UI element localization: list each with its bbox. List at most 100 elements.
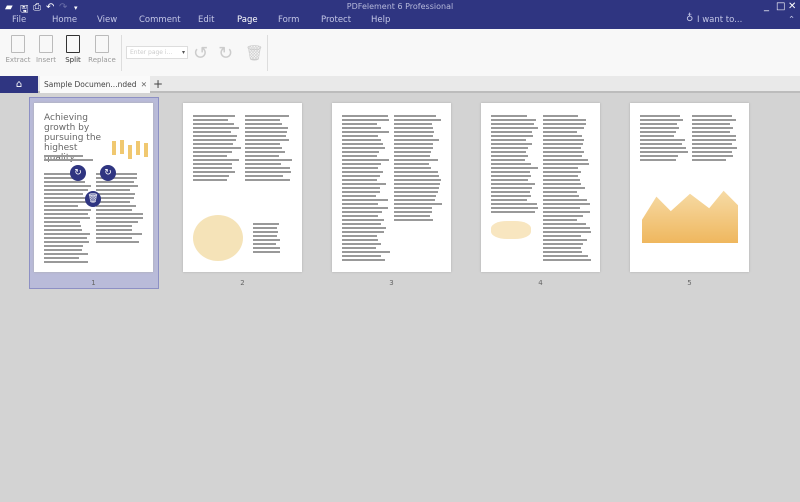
menu-help[interactable]: Help [371, 15, 390, 25]
page-range-select[interactable]: Enter page i... ▾ [126, 46, 188, 59]
delete-page-icon[interactable]: 🗑 [245, 44, 264, 62]
rotate-right-icon[interactable]: ↻ [218, 43, 233, 64]
extract-icon [11, 35, 25, 53]
replace-button[interactable]: Replace [87, 35, 117, 64]
close-tab-icon[interactable]: ✕ [141, 76, 147, 93]
insert-label: Insert [35, 56, 57, 64]
text-line [342, 255, 381, 257]
text-line [342, 183, 386, 185]
text-line [543, 239, 588, 241]
split-button[interactable]: Split [58, 35, 88, 64]
text-line [394, 187, 440, 189]
text-line [96, 213, 144, 215]
menu-home[interactable]: Home [52, 15, 77, 25]
text-line [543, 251, 583, 253]
text-line [342, 151, 379, 153]
text-line [44, 225, 81, 227]
text-line [342, 143, 383, 145]
text-line [692, 151, 732, 153]
text-line [44, 189, 88, 191]
document-tab[interactable]: Sample Documen...nded ✕ [40, 76, 150, 93]
text-line [394, 135, 434, 137]
page-thumbnail[interactable] [332, 103, 451, 272]
home-tab[interactable]: ⌂ [0, 76, 38, 93]
text-line [640, 119, 683, 121]
menu-page[interactable]: Page [237, 15, 258, 25]
menu-view[interactable]: View [97, 15, 117, 25]
maximize-button[interactable]: □ [776, 1, 785, 12]
text-line [44, 205, 78, 207]
text-line [96, 237, 133, 239]
text-line [543, 151, 584, 153]
text-line [253, 251, 281, 253]
close-button[interactable]: ✕ [788, 1, 796, 12]
menu-protect[interactable]: Protect [321, 15, 351, 25]
divider [121, 35, 122, 71]
chart-bar [144, 143, 148, 158]
page-number: 3 [389, 279, 394, 287]
text-line [44, 213, 89, 215]
collapse-ribbon-icon[interactable]: ⌃ [788, 15, 795, 25]
text-line [543, 195, 579, 197]
text-line [44, 197, 87, 199]
text-line [245, 119, 280, 121]
menu-file[interactable]: File [12, 15, 26, 25]
delete-icon[interactable]: 🗑 [85, 191, 101, 207]
text-line [543, 171, 582, 173]
text-line [394, 215, 430, 217]
text-line [44, 233, 90, 235]
rotate-left-icon[interactable]: ↻ [70, 165, 86, 181]
minimize-button[interactable]: _ [764, 1, 769, 12]
text-line [543, 255, 589, 257]
text-line [342, 227, 386, 229]
text-line [44, 241, 90, 243]
text-line [44, 159, 94, 161]
insert-button[interactable]: Insert [31, 35, 61, 64]
text-line [543, 259, 591, 261]
text-line [193, 151, 232, 153]
page-number: 2 [240, 279, 245, 287]
page-thumbnail[interactable] [481, 103, 600, 272]
search-i-want-to[interactable]: I want to... [697, 15, 742, 25]
page-thumbnail[interactable] [630, 103, 749, 272]
text-line [253, 231, 279, 233]
title-bar: ▰ 🖫 ⎙ ↶ ↷ ▾ PDFelement 6 Professional _ … [0, 0, 800, 29]
text-line [245, 139, 290, 141]
text-line [96, 181, 134, 183]
text-line [245, 147, 283, 149]
page-thumbnail[interactable]: Achieving growth by pursuing the highest… [34, 103, 153, 272]
rotate-right-icon[interactable]: ↻ [100, 165, 116, 181]
text-line [193, 123, 234, 125]
text-line [342, 211, 382, 213]
text-line [394, 203, 442, 205]
extract-button[interactable]: Extract [3, 35, 33, 64]
text-line [692, 131, 731, 133]
text-line [342, 159, 390, 161]
text-line [96, 221, 138, 223]
text-line [193, 135, 237, 137]
text-line [245, 151, 285, 153]
text-line [692, 119, 737, 121]
text-line [44, 245, 83, 247]
text-line [245, 115, 290, 117]
text-line [692, 123, 730, 125]
lightbulb-icon: ♁ [686, 13, 694, 24]
text-line [342, 119, 389, 121]
text-line [640, 131, 676, 133]
text-line [394, 119, 441, 121]
text-line [394, 159, 438, 161]
text-line [96, 225, 133, 227]
text-line [342, 163, 382, 165]
text-line [640, 139, 685, 141]
new-tab-button[interactable]: + [153, 76, 163, 92]
menu-edit[interactable]: Edit [198, 15, 214, 25]
text-line [394, 183, 441, 185]
text-line [193, 155, 228, 157]
text-line [44, 253, 89, 255]
rotate-left-icon[interactable]: ↺ [193, 43, 208, 64]
text-line [543, 135, 582, 137]
menu-form[interactable]: Form [278, 15, 299, 25]
page-thumbnail[interactable] [183, 103, 302, 272]
text-line [342, 243, 382, 245]
menu-comment[interactable]: Comment [139, 15, 181, 25]
